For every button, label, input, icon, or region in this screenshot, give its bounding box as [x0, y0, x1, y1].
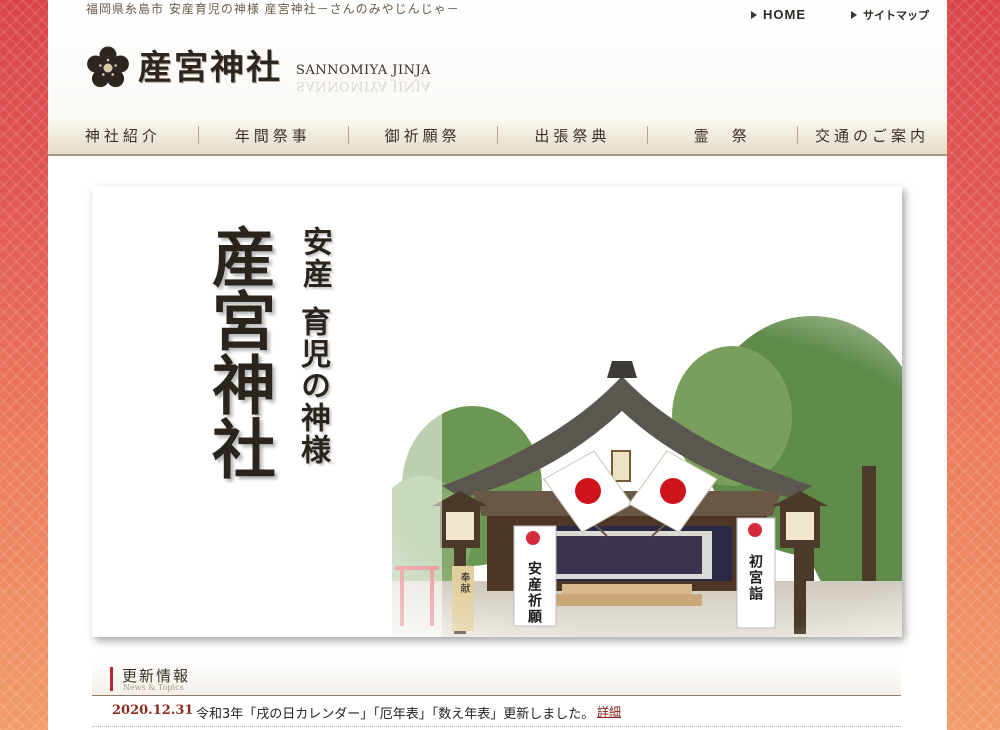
site-logo[interactable]: 産宮神社 SANNOMIYA JINJA SANNOMIYA JINJA [86, 46, 432, 94]
news-date: 2020.12.31 [112, 703, 194, 718]
triangle-right-icon [751, 10, 757, 19]
news-subtitle: News & Topics [123, 683, 184, 692]
nav-item-annual-festivals[interactable]: 年間祭事 [197, 116, 348, 154]
logo-roman-reflection: SANNOMIYA JINJA [296, 78, 432, 93]
news-list-item: 2020.12.31 令和3年「戌の日カレンダー」「厄年表」「数え年表」更新しま… [92, 700, 901, 727]
logo-roman-text: SANNOMIYA JINJA [296, 63, 432, 78]
home-link-label: HOME [763, 7, 806, 22]
site-tagline: 福岡県糸島市 安産育児の神様 産宮神社－さんのみやじんじゃ－ [86, 2, 460, 16]
hero-subtitle-line2: 育児の神様 [295, 306, 330, 466]
main-navigation: 神社紹介 年間祭事 御祈願祭 出張祭典 霊 祭 交通のご案内 [48, 116, 947, 156]
logo-roman-block: SANNOMIYA JINJA SANNOMIYA JINJA [296, 63, 432, 94]
hero-shrine-name: 産宮神社 [201, 224, 276, 480]
hero-subtitle-line1: 安産 [297, 226, 332, 290]
plum-crest-icon [748, 523, 762, 537]
logo-title: 産宮神社 [138, 48, 282, 88]
plum-crest-icon [526, 531, 540, 545]
triangle-right-icon [851, 11, 857, 19]
news-text: 令和3年「戌の日カレンダー」「厄年表」「数え年表」更新しました。 [196, 707, 595, 722]
news-section-header: 更新情報 News & Topics [92, 661, 901, 696]
sitemap-link-label: サイトマップ [863, 10, 929, 22]
lantern-label: 奉献 [458, 572, 469, 594]
nav-item-visiting-rites[interactable]: 出張祭典 [497, 116, 647, 154]
site-header: 福岡県糸島市 安産育児の神様 産宮神社－さんのみやじんじゃ－ HOME サイトマ… [48, 0, 947, 116]
nav-item-spirit-rites[interactable]: 霊 祭 [647, 116, 797, 154]
nav-item-prayer-rites[interactable]: 御祈願祭 [347, 116, 498, 154]
plum-blossom-crest-icon [87, 46, 129, 88]
banner-text-first-visit: 初宮詣 [747, 554, 763, 602]
hero-banner: 産宮神社 安産 育児の神様 安産祈願 初宮詣 奉献 [92, 186, 902, 637]
nav-item-shrine-intro[interactable]: 神社紹介 [48, 116, 198, 154]
page-container: 福岡県糸島市 安産育児の神様 産宮神社－さんのみやじんじゃ－ HOME サイトマ… [48, 0, 947, 730]
home-link[interactable]: HOME [751, 7, 806, 22]
news-accent-bar [110, 667, 113, 691]
nav-item-access[interactable]: 交通のご案内 [797, 116, 947, 154]
sitemap-link[interactable]: サイトマップ [851, 7, 929, 23]
banner-text-safe-delivery: 安産祈願 [526, 561, 542, 625]
news-detail-link[interactable]: 詳細 [597, 703, 621, 720]
